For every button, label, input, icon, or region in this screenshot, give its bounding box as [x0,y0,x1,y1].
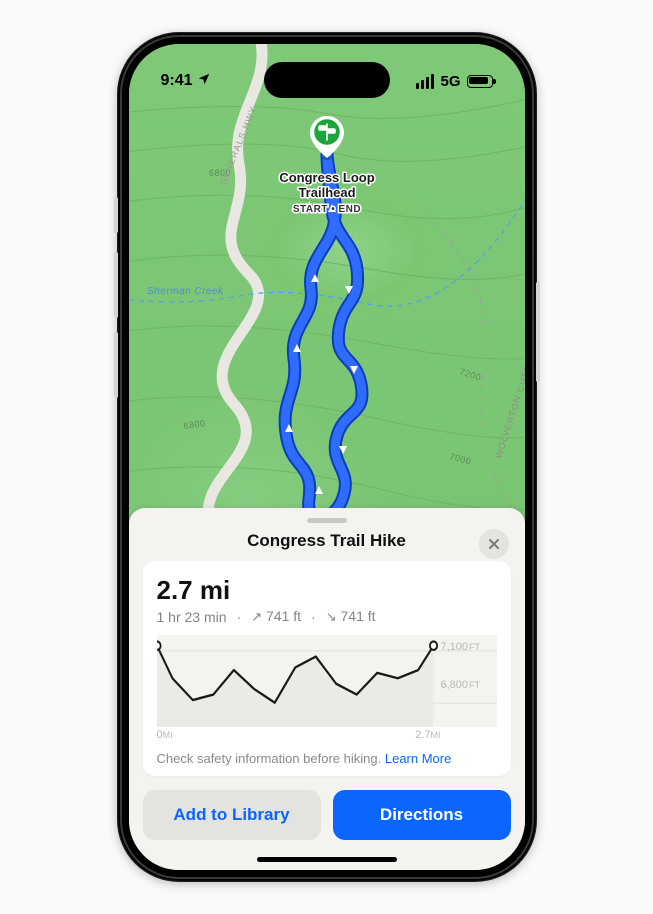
trailhead-name: Congress Loop [279,170,374,185]
phone-frame: 9:41 5G 6800 [117,32,537,882]
detail-sheet[interactable]: Congress Trail Hike 2.7 mi 1 hr 23 min ·… [129,508,525,870]
contour-label: 6800 [182,418,205,431]
elevation-x-axis: 0MI 2.7MI [157,729,497,741]
directions-button[interactable]: Directions [333,790,511,840]
home-indicator[interactable] [257,857,397,862]
trailhead-name: Trailhead [298,185,355,200]
network-type: 5G [440,73,460,90]
safety-notice: Check safety information before hiking. … [157,751,497,766]
elevation-y-axis: 7,100FT 6,800FT [441,635,497,705]
sheet-title: Congress Trail Hike [247,531,406,551]
trailhead-pin[interactable] [307,114,347,162]
duration: 1 hr 23 min [157,609,227,625]
sheet-grabber[interactable] [307,518,347,523]
phone-side-button [114,332,118,398]
phone-side-button [536,282,540,382]
contour-label: 7000 [448,451,472,466]
phone-side-button [114,252,118,318]
total-distance: 2.7 mi [157,575,497,606]
dynamic-island [264,62,390,98]
add-to-library-button[interactable]: Add to Library [143,790,321,840]
trailhead-subtitle: START • END [292,204,360,215]
elevation-chart[interactable]: 7,100FT 6,800FT [157,635,497,727]
status-time: 9:41 [161,72,193,90]
battery-icon [467,75,493,88]
trail-label: WOLVERTON CUTOFF TR. [493,330,525,459]
phone-side-button [114,197,118,233]
creek-label: Sherman Creek [147,286,224,297]
location-services-icon [197,72,211,91]
close-button[interactable] [479,529,509,559]
close-icon [488,538,500,550]
descent-stat: ↘ 741 ft [326,608,376,625]
contour-label: 7200 [458,366,482,382]
sub-stats: 1 hr 23 min · ↗ 741 ft · ↘ 741 ft [157,608,497,625]
screen: 9:41 5G 6800 [129,44,525,870]
ascent-stat: ↗ 741 ft [251,608,301,625]
cellular-signal-icon [416,74,434,89]
stats-card: 2.7 mi 1 hr 23 min · ↗ 741 ft · ↘ 741 ft [143,561,511,776]
learn-more-link[interactable]: Learn More [385,751,451,766]
